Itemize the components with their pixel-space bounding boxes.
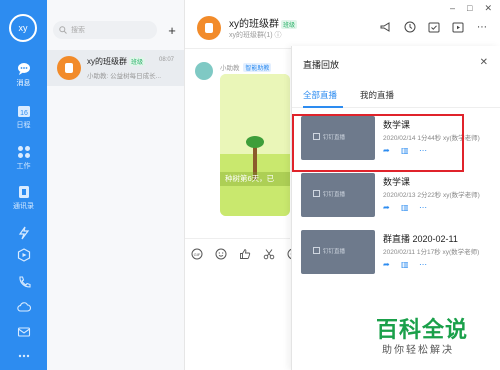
sender-avatar[interactable] bbox=[195, 62, 213, 80]
nav-item-phone[interactable] bbox=[0, 275, 47, 291]
active-tab-indicator bbox=[303, 106, 343, 108]
compose-divider bbox=[185, 238, 290, 239]
tab-my-live[interactable]: 我的直播 bbox=[360, 89, 394, 101]
conversation-preview: 小助教: 公益树每日成长... bbox=[87, 73, 162, 80]
nav-item-lightning[interactable] bbox=[0, 226, 47, 242]
sender-badge: 智能助教 bbox=[243, 63, 272, 72]
conversation-time: 08:07 bbox=[159, 57, 175, 63]
watermark-subtitle: 助你轻松解决 bbox=[382, 345, 454, 356]
cloud-icon bbox=[16, 302, 31, 312]
nav-item-contacts[interactable]: 通讯录 bbox=[0, 185, 47, 211]
user-avatar[interactable]: xy bbox=[9, 14, 37, 42]
replay-thumbnail[interactable]: 钉钉直播 bbox=[301, 173, 375, 217]
panel-tabs: 全部直播 我的直播 bbox=[292, 86, 500, 108]
search-input[interactable]: 搜索 bbox=[53, 21, 157, 39]
card-caption: 种树第6天，已 bbox=[220, 172, 290, 186]
panel-title: 直播回放 bbox=[303, 60, 340, 70]
lightning-icon bbox=[18, 226, 29, 240]
announcement-icon[interactable] bbox=[380, 21, 392, 33]
play-hexagon-icon bbox=[17, 248, 30, 262]
window-controls: – □ ✕ bbox=[450, 3, 492, 14]
more-options-icon[interactable]: ⋯ bbox=[476, 21, 488, 33]
stats-icon[interactable]: ▥ bbox=[401, 203, 409, 212]
apps-grid-icon bbox=[17, 146, 30, 158]
emoji-icon[interactable] bbox=[215, 248, 227, 260]
tab-all-live[interactable]: 全部直播 bbox=[303, 89, 337, 101]
nav-item-more[interactable] bbox=[0, 349, 47, 365]
search-icon bbox=[59, 26, 67, 34]
close-window-button[interactable]: ✕ bbox=[484, 3, 492, 14]
close-icon[interactable]: ✕ bbox=[480, 57, 488, 68]
more-dots-icon bbox=[18, 354, 29, 358]
phone-icon bbox=[18, 276, 31, 288]
conversation-item[interactable]: xy的班级群 班级 08:07 小助教: 公益树每日成长... bbox=[47, 50, 184, 86]
nav-item-messages[interactable]: 消息 bbox=[0, 62, 47, 88]
replay-title: 数学课 bbox=[383, 177, 411, 187]
share-icon[interactable]: ➦ bbox=[383, 260, 391, 269]
nav-item-work[interactable]: 工作 bbox=[0, 145, 47, 171]
add-button[interactable]: + bbox=[163, 21, 181, 39]
calendar-check-icon[interactable] bbox=[428, 21, 440, 33]
svg-text:GIF: GIF bbox=[194, 252, 201, 257]
nav-label: 工作 bbox=[16, 163, 31, 170]
search-placeholder: 搜索 bbox=[71, 27, 85, 34]
plus-icon: + bbox=[168, 22, 176, 38]
replay-meta: 2020/02/11 1分17秒 xy(数学老师) bbox=[383, 249, 480, 256]
replay-actions: ➦ ▥ ⋯ bbox=[383, 203, 427, 212]
live-replay-icon[interactable] bbox=[452, 21, 464, 33]
live-logo-icon bbox=[313, 247, 320, 254]
nav-label: 消息 bbox=[16, 80, 31, 87]
group-avatar bbox=[57, 56, 81, 80]
svg-text:16: 16 bbox=[20, 110, 28, 117]
nav-item-mail[interactable] bbox=[0, 325, 47, 341]
message-sender: 小助教 智能助教 bbox=[220, 62, 272, 72]
conversation-name: xy的班级群 班级 bbox=[87, 56, 146, 67]
calendar-icon: 16 bbox=[17, 106, 30, 117]
class-tag: 班级 bbox=[281, 20, 298, 29]
share-icon[interactable]: ➦ bbox=[383, 203, 391, 212]
minimize-button[interactable]: – bbox=[450, 3, 455, 14]
chat-bubble-icon bbox=[17, 63, 30, 75]
thumbs-up-icon[interactable] bbox=[239, 248, 251, 260]
chat-header-tools: ⋯ bbox=[380, 21, 488, 33]
maximize-button[interactable]: □ bbox=[467, 3, 472, 14]
sender-name: 小助教 bbox=[220, 65, 240, 72]
replay-meta: 2020/02/13 2分22秒 xy(数学老师) bbox=[383, 192, 480, 199]
watermark-title: 百科全说 bbox=[376, 317, 469, 342]
chat-title[interactable]: xy的班级群 班级 bbox=[229, 15, 298, 30]
nav-item-calendar[interactable]: 16 日程 bbox=[0, 104, 47, 130]
nav-item-live[interactable] bbox=[0, 248, 47, 264]
scissors-icon[interactable] bbox=[263, 248, 275, 260]
replay-record[interactable]: 钉钉直播 数学课 2020/02/13 2分22秒 xy(数学老师) ➦ ▥ ⋯ bbox=[301, 173, 496, 231]
class-tag: 班级 bbox=[129, 57, 146, 66]
nav-label: 日程 bbox=[16, 122, 31, 129]
compose-toolbar: GIF bbox=[191, 248, 299, 260]
chat-title-text: xy的班级群 bbox=[229, 19, 279, 30]
tree-card-message[interactable]: 种树第6天，已 bbox=[220, 74, 290, 216]
replay-record[interactable]: 钉钉直播 群直播 2020-02-11 2020/02/11 1分17秒 xy(… bbox=[301, 230, 496, 288]
replay-actions: ➦ ▥ ⋯ bbox=[383, 260, 427, 269]
more-icon[interactable]: ⋯ bbox=[419, 203, 427, 212]
conversation-list: 搜索 + xy的班级群 班级 08:07 小助教: 公益树每日成长... bbox=[47, 0, 185, 370]
chat-avatar bbox=[197, 16, 221, 40]
gif-icon[interactable]: GIF bbox=[191, 248, 203, 260]
nav-label: 通讯录 bbox=[13, 203, 34, 210]
stats-icon[interactable]: ▥ bbox=[401, 260, 409, 269]
thumbnail-text: 钉钉直播 bbox=[323, 192, 346, 198]
nav-rail: xy 消息 16 日程 工作 通讯录 bbox=[0, 0, 47, 370]
highlight-box bbox=[292, 114, 464, 172]
chat-subtitle: xy的班级群(1) ⓘ bbox=[229, 32, 282, 39]
tree-leaf bbox=[246, 136, 264, 148]
replay-title: 群直播 2020-02-11 bbox=[383, 234, 458, 244]
replay-thumbnail[interactable]: 钉钉直播 bbox=[301, 230, 375, 274]
thumbnail-text: 钉钉直播 bbox=[323, 249, 346, 255]
history-clock-icon[interactable] bbox=[404, 21, 416, 33]
contacts-icon bbox=[18, 186, 29, 198]
mail-icon bbox=[17, 327, 30, 337]
live-logo-icon bbox=[313, 190, 320, 197]
nav-item-cloud[interactable] bbox=[0, 300, 47, 316]
conversation-name-text: xy的班级群 bbox=[87, 57, 127, 66]
more-icon[interactable]: ⋯ bbox=[419, 260, 427, 269]
